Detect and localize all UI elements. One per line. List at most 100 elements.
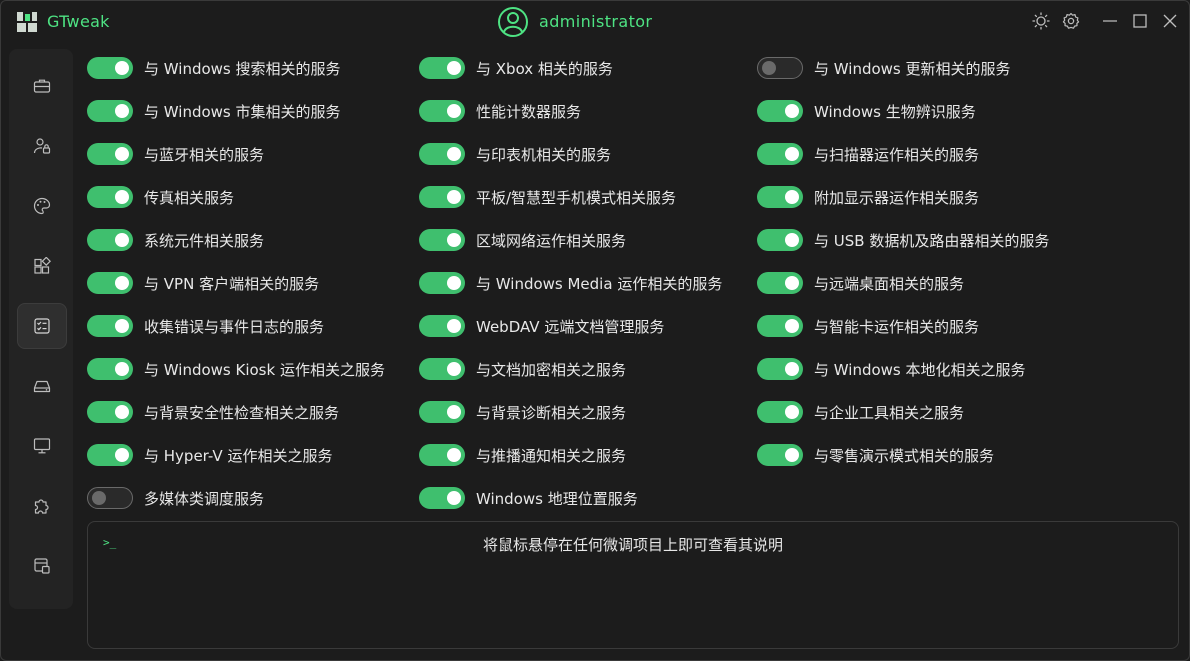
service-toggle-row[interactable]: 与背景诊断相关之服务 <box>419 401 626 423</box>
toggle-switch[interactable] <box>757 186 803 208</box>
service-toggle-row[interactable]: 与企业工具相关之服务 <box>757 401 964 423</box>
toggle-knob <box>115 448 129 462</box>
toggle-switch[interactable] <box>419 272 465 294</box>
toggle-label: 与 Windows 本地化相关之服务 <box>814 360 1026 379</box>
toggle-switch[interactable] <box>419 315 465 337</box>
sidebar-item-interface[interactable] <box>17 183 67 229</box>
toggle-knob <box>447 190 461 204</box>
toggle-switch[interactable] <box>419 444 465 466</box>
toggle-switch[interactable] <box>87 186 133 208</box>
toggle-switch[interactable] <box>757 358 803 380</box>
service-toggle-row[interactable]: 系统元件相关服务 <box>87 229 264 251</box>
service-toggle-row[interactable]: 与 USB 数据机及路由器相关的服务 <box>757 229 1049 251</box>
sidebar-item-info[interactable] <box>17 543 67 589</box>
sidebar-item-services[interactable] <box>17 303 67 349</box>
toggle-switch[interactable] <box>419 358 465 380</box>
gtweak-logo-icon <box>17 12 37 32</box>
toggle-switch[interactable] <box>87 401 133 423</box>
toggle-switch[interactable] <box>87 315 133 337</box>
toggle-switch[interactable] <box>419 229 465 251</box>
service-toggle-row[interactable]: Windows 地理位置服务 <box>419 487 638 509</box>
service-toggle-row[interactable]: 与印表机相关的服务 <box>419 143 611 165</box>
service-toggle-row[interactable]: 与 Windows 更新相关的服务 <box>757 57 1011 79</box>
toggle-switch[interactable] <box>419 186 465 208</box>
service-toggle-row[interactable]: 与 Windows 本地化相关之服务 <box>757 358 1026 380</box>
toggle-knob <box>115 276 129 290</box>
sidebar-item-confidentiality[interactable] <box>17 63 67 109</box>
service-toggle-row[interactable]: 与 Windows 搜索相关的服务 <box>87 57 341 79</box>
service-toggle-row[interactable]: 与零售演示模式相关的服务 <box>757 444 994 466</box>
service-toggle-row[interactable]: 区域网络运作相关服务 <box>419 229 626 251</box>
toggle-switch[interactable] <box>87 487 133 509</box>
toggle-switch[interactable] <box>419 487 465 509</box>
service-toggle-row[interactable]: 与 VPN 客户端相关的服务 <box>87 272 319 294</box>
service-toggle-row[interactable]: 与 Windows Media 运作相关的服务 <box>419 272 722 294</box>
toggle-label: 多媒体类调度服务 <box>144 489 265 508</box>
toggle-switch[interactable] <box>757 229 803 251</box>
toggle-knob <box>785 362 799 376</box>
toggle-knob <box>447 491 461 505</box>
theme-sun-icon[interactable] <box>1032 12 1050 30</box>
service-toggle-row[interactable]: 与智能卡运作相关的服务 <box>757 315 979 337</box>
service-toggle-row[interactable]: 性能计数器服务 <box>419 100 581 122</box>
toggle-switch[interactable] <box>757 401 803 423</box>
toggle-label: WebDAV 远端文档管理服务 <box>476 317 665 336</box>
service-toggle-row[interactable]: 平板/智慧型手机模式相关服务 <box>419 186 676 208</box>
toggle-switch[interactable] <box>87 272 133 294</box>
service-toggle-row[interactable]: 多媒体类调度服务 <box>87 487 264 509</box>
toggle-label: 与背景安全性检查相关之服务 <box>144 403 340 422</box>
minimize-icon[interactable] <box>1101 12 1119 30</box>
sidebar-item-user-security[interactable] <box>17 123 67 169</box>
close-icon[interactable] <box>1161 12 1179 30</box>
service-toggle-row[interactable]: 与 Xbox 相关的服务 <box>419 57 613 79</box>
toggle-switch[interactable] <box>87 100 133 122</box>
sidebar-item-tweaks[interactable] <box>17 483 67 529</box>
user-avatar-icon <box>498 7 528 37</box>
toggle-label: 与扫描器运作相关的服务 <box>814 145 980 164</box>
toggle-switch[interactable] <box>757 57 803 79</box>
sidebar <box>9 49 73 609</box>
toggle-knob <box>92 491 106 505</box>
toggle-switch[interactable] <box>419 143 465 165</box>
service-toggle-row[interactable]: 与 Hyper-V 运作相关之服务 <box>87 444 332 466</box>
toggle-switch[interactable] <box>87 444 133 466</box>
toggle-switch[interactable] <box>419 401 465 423</box>
toggle-switch[interactable] <box>419 100 465 122</box>
service-toggle-row[interactable]: 与 Windows Kiosk 运作相关之服务 <box>87 358 385 380</box>
toggle-switch[interactable] <box>87 229 133 251</box>
service-toggle-row[interactable]: 与 Windows 市集相关的服务 <box>87 100 341 122</box>
settings-gear-icon[interactable] <box>1062 12 1080 30</box>
sidebar-item-storage[interactable] <box>17 363 67 409</box>
sidebar-item-apps[interactable] <box>17 243 67 289</box>
toggle-switch[interactable] <box>757 444 803 466</box>
service-toggle-row[interactable]: 收集错误与事件日志的服务 <box>87 315 324 337</box>
maximize-icon[interactable] <box>1131 12 1149 30</box>
toggle-knob <box>447 362 461 376</box>
toggle-knob <box>785 233 799 247</box>
toggle-switch[interactable] <box>87 143 133 165</box>
service-toggle-row[interactable]: 传真相关服务 <box>87 186 234 208</box>
toggle-switch[interactable] <box>757 100 803 122</box>
toggle-knob <box>785 190 799 204</box>
toggle-switch[interactable] <box>419 57 465 79</box>
toggle-label: 平板/智慧型手机模式相关服务 <box>476 188 677 207</box>
toggle-switch[interactable] <box>757 272 803 294</box>
toggle-label: 与 Xbox 相关的服务 <box>476 59 613 78</box>
sidebar-item-system[interactable] <box>17 423 67 469</box>
toggle-switch[interactable] <box>87 358 133 380</box>
toggle-knob <box>115 190 129 204</box>
toggle-switch[interactable] <box>757 143 803 165</box>
service-toggle-row[interactable]: 与扫描器运作相关的服务 <box>757 143 979 165</box>
service-toggle-row[interactable]: 与推播通知相关之服务 <box>419 444 626 466</box>
service-toggle-row[interactable]: 与远端桌面相关的服务 <box>757 272 964 294</box>
service-toggle-row[interactable]: 与背景安全性检查相关之服务 <box>87 401 339 423</box>
service-toggle-row[interactable]: 与蓝牙相关的服务 <box>87 143 264 165</box>
toggle-switch[interactable] <box>87 57 133 79</box>
toggle-switch[interactable] <box>757 315 803 337</box>
service-toggle-row[interactable]: 附加显示器运作相关服务 <box>757 186 979 208</box>
service-toggle-row[interactable]: 与文档加密相关之服务 <box>419 358 626 380</box>
toggle-knob <box>785 147 799 161</box>
toggle-knob <box>785 104 799 118</box>
service-toggle-row[interactable]: WebDAV 远端文档管理服务 <box>419 315 664 337</box>
service-toggle-row[interactable]: Windows 生物辨识服务 <box>757 100 976 122</box>
